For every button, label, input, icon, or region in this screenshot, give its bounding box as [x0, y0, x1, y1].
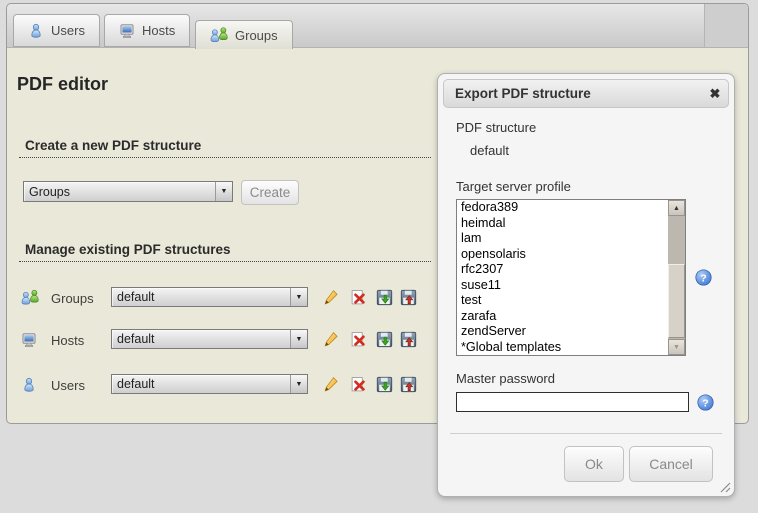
create-button[interactable]: Create [241, 180, 299, 205]
scroll-down-icon[interactable]: ▼ [668, 339, 685, 355]
structure-select[interactable]: default ▼ [111, 374, 308, 394]
pdf-structure-value: default [470, 143, 509, 158]
import-icon[interactable] [400, 289, 417, 306]
master-password-input[interactable] [456, 392, 689, 412]
import-icon[interactable] [400, 376, 417, 393]
tab-bar: Users Hosts [7, 4, 748, 48]
listbox-item[interactable]: opensolaris [457, 247, 685, 263]
group-icon [210, 27, 228, 43]
listbox-item[interactable]: heimdal [457, 216, 685, 232]
select-arrow-icon[interactable]: ▼ [290, 288, 307, 306]
listbox-item[interactable]: lam [457, 231, 685, 247]
target-profile-label: Target server profile [456, 179, 571, 194]
host-icon [119, 23, 135, 39]
user-icon [21, 377, 37, 393]
delete-icon[interactable] [350, 331, 367, 348]
delete-icon[interactable] [350, 289, 367, 306]
svg-text:?: ? [702, 397, 708, 409]
svg-text:?: ? [700, 272, 706, 284]
select-arrow-icon[interactable]: ▼ [290, 330, 307, 348]
dialog-title: Export PDF structure [444, 86, 702, 101]
tab-hosts[interactable]: Hosts [104, 14, 190, 47]
user-icon [28, 23, 44, 39]
tab-label: Hosts [142, 23, 175, 38]
help-icon[interactable]: ? [697, 394, 714, 411]
listbox-scrollbar[interactable]: ▲ ▼ [668, 200, 685, 355]
listbox-item[interactable]: *Global templates [457, 340, 685, 356]
select-value: default [112, 377, 290, 391]
select-arrow-icon[interactable]: ▼ [215, 182, 232, 201]
listbox-item[interactable]: zarafa [457, 309, 685, 325]
manage-row-hosts: Hosts default ▼ [7, 329, 437, 353]
listbox-item[interactable]: suse11 [457, 278, 685, 294]
tab-label: Groups [235, 28, 278, 43]
screen: Users Hosts [0, 0, 758, 513]
row-label: Groups [51, 291, 94, 306]
dialog-separator [450, 433, 722, 434]
close-icon[interactable]: ✖ [702, 86, 728, 102]
row-label: Users [51, 378, 85, 393]
select-value: default [112, 332, 290, 346]
page-title: PDF editor [17, 74, 108, 95]
export-icon[interactable] [376, 289, 393, 306]
pdf-structure-label: PDF structure [456, 120, 536, 135]
listbox-item[interactable]: fedora389 [457, 200, 685, 216]
manage-row-groups: Groups default ▼ [7, 287, 437, 311]
listbox-item[interactable]: test [457, 293, 685, 309]
resize-handle-icon[interactable] [718, 480, 731, 493]
import-icon[interactable] [400, 331, 417, 348]
select-value: default [112, 290, 290, 304]
row-label: Hosts [51, 333, 84, 348]
host-icon [21, 332, 37, 348]
tab-label: Users [51, 23, 85, 38]
delete-icon[interactable] [350, 376, 367, 393]
scroll-up-icon[interactable]: ▲ [668, 200, 685, 216]
export-icon[interactable] [376, 331, 393, 348]
listbox-item[interactable]: zendServer [457, 324, 685, 340]
scroll-thumb[interactable] [668, 264, 685, 338]
dialog-titlebar[interactable]: Export PDF structure ✖ [443, 79, 729, 108]
edit-pencil-icon[interactable] [322, 331, 339, 348]
edit-pencil-icon[interactable] [322, 289, 339, 306]
tab-users[interactable]: Users [13, 14, 100, 47]
help-icon[interactable]: ? [695, 269, 712, 286]
listbox-item[interactable]: rfc2307 [457, 262, 685, 278]
ok-button[interactable]: Ok [564, 446, 624, 482]
manage-section-heading: Manage existing PDF structures [19, 242, 431, 262]
master-password-label: Master password [456, 371, 555, 386]
create-section-heading: Create a new PDF structure [19, 138, 431, 158]
edit-pencil-icon[interactable] [322, 376, 339, 393]
select-arrow-icon[interactable]: ▼ [290, 375, 307, 393]
pdf-type-select[interactable]: Groups ▼ [23, 181, 233, 202]
structure-select[interactable]: default ▼ [111, 329, 308, 349]
manage-row-users: Users default ▼ [7, 374, 437, 398]
group-icon [21, 289, 39, 306]
structure-select[interactable]: default ▼ [111, 287, 308, 307]
tab-groups[interactable]: Groups [195, 20, 293, 49]
tab-bar-cap [704, 4, 748, 47]
export-icon[interactable] [376, 376, 393, 393]
select-value: Groups [24, 185, 215, 199]
export-dialog: Export PDF structure ✖ PDF structure def… [437, 73, 735, 497]
cancel-button[interactable]: Cancel [629, 446, 713, 482]
profile-listbox[interactable]: fedora389 heimdal lam opensolaris rfc230… [456, 199, 686, 356]
